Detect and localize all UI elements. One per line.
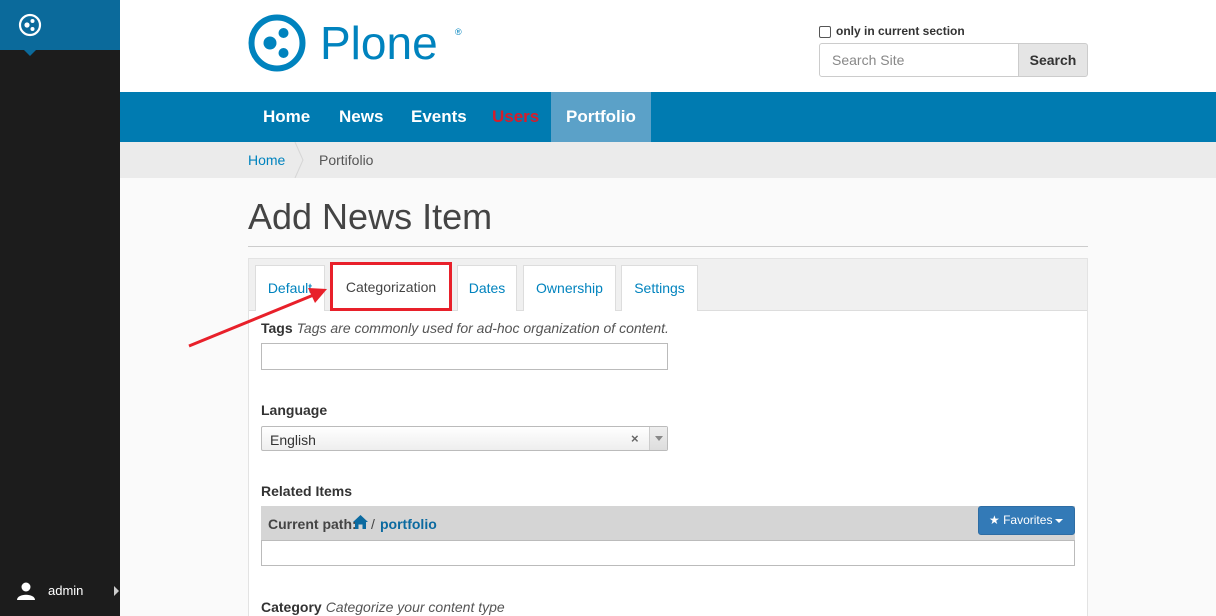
current-section-checkbox[interactable]: only in current section xyxy=(819,23,965,38)
related-items-toolbar: Current path: / portfolio ★ Favorites xyxy=(261,506,1075,540)
user-name: admin xyxy=(48,583,84,598)
language-label: Language xyxy=(261,402,328,418)
search-input[interactable]: Search Site xyxy=(819,43,1019,77)
caret-down-icon xyxy=(1055,518,1064,523)
tab-dates[interactable]: Dates xyxy=(457,265,517,311)
checkbox-icon[interactable] xyxy=(819,26,831,38)
tab-strip: Default Categorization Dates Ownership S… xyxy=(249,259,1087,311)
page-title: Add News Item xyxy=(248,196,493,237)
path-link-portfolio[interactable]: portfolio xyxy=(380,516,437,532)
breadcrumb-home[interactable]: Home xyxy=(248,152,285,168)
category-label: Category Categorize your content type xyxy=(261,599,505,615)
logo-text: Plone xyxy=(320,17,438,69)
category-label-text: Category xyxy=(261,599,322,615)
toolbar-notch xyxy=(24,50,36,56)
plone-toolbar: admin xyxy=(0,0,120,616)
nav-item-users[interactable]: Users xyxy=(492,92,539,142)
breadcrumb-separator-icon xyxy=(294,142,304,178)
registered-mark: ® xyxy=(455,27,462,37)
search-button[interactable]: Search xyxy=(1018,43,1088,77)
tab-ownership[interactable]: Ownership xyxy=(523,265,616,311)
nav-item-portfolio[interactable]: Portfolio xyxy=(551,92,651,142)
tags-label-text: Tags xyxy=(261,320,293,336)
current-path-label: Current path: xyxy=(268,516,357,532)
select-toggle[interactable] xyxy=(649,427,667,450)
tab-default[interactable]: Default xyxy=(255,265,325,311)
breadcrumb-current: Portifolio xyxy=(319,152,374,168)
plone-logo-icon xyxy=(18,13,42,37)
chevron-down-icon xyxy=(655,436,663,441)
tags-label: Tags Tags are commonly used for ad-hoc or… xyxy=(261,320,669,336)
tab-categorization[interactable]: Categorization xyxy=(330,262,452,311)
tab-settings[interactable]: Settings xyxy=(621,265,698,311)
home-icon[interactable] xyxy=(353,515,368,529)
current-section-label: only in current section xyxy=(836,23,965,38)
chevron-right-icon xyxy=(114,586,119,596)
language-select[interactable]: English × xyxy=(261,426,668,451)
site-logo[interactable]: Plone xyxy=(248,14,438,72)
breadcrumb: Home Portifolio xyxy=(120,142,1216,178)
related-items-label: Related Items xyxy=(261,483,353,499)
category-help: Categorize your content type xyxy=(325,599,505,615)
toolbar-logo-button[interactable] xyxy=(0,0,120,50)
favorites-label: ★ Favorites xyxy=(989,513,1053,527)
clear-icon[interactable]: × xyxy=(631,431,639,446)
nav-item-events[interactable]: Events xyxy=(411,92,467,142)
related-items-input[interactable] xyxy=(261,540,1075,566)
nav-item-home[interactable]: Home xyxy=(263,92,310,142)
tags-help: Tags are commonly used for ad-hoc organi… xyxy=(296,320,669,336)
main-navigation: Home News Events Users Portfolio xyxy=(120,92,1216,142)
path-separator: / xyxy=(371,516,375,532)
toolbar-user-menu[interactable]: admin xyxy=(0,566,120,616)
title-divider xyxy=(248,246,1088,247)
tags-input[interactable] xyxy=(261,343,668,370)
user-icon xyxy=(17,582,35,600)
favorites-button[interactable]: ★ Favorites xyxy=(978,506,1075,535)
plone-logo-icon xyxy=(248,14,306,72)
language-value: English xyxy=(270,432,316,448)
nav-item-news[interactable]: News xyxy=(339,92,383,142)
